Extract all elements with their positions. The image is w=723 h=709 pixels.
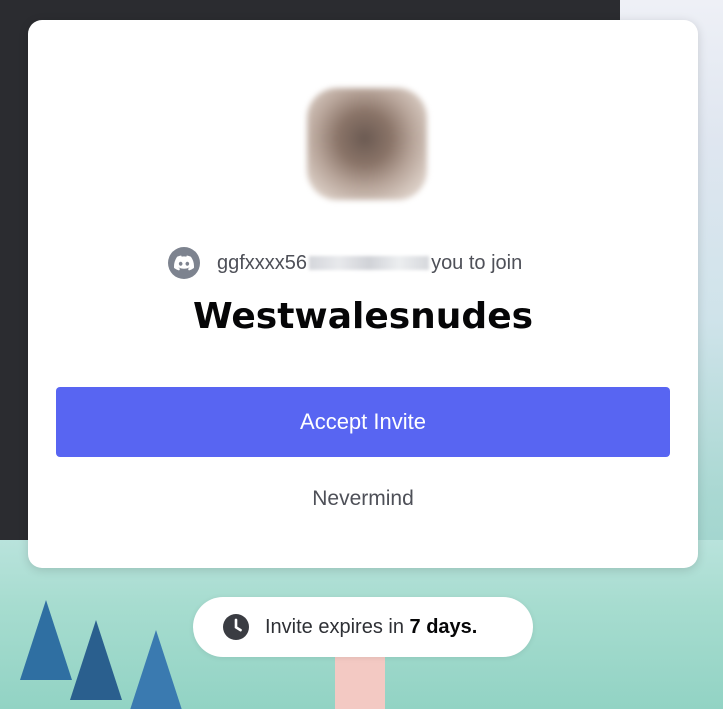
expiry-prefix: Invite expires in xyxy=(265,615,404,638)
invite-phrase: you to join xyxy=(431,251,523,274)
invite-expiry-badge: Invite expires in 7 days. xyxy=(193,597,533,657)
tree-decoration xyxy=(130,630,182,709)
invite-screen: ggfxxxx56 you to join Westwalesnudes Acce… xyxy=(0,0,723,709)
expiry-value: 7 days. xyxy=(409,615,478,638)
redacted-text xyxy=(309,256,430,271)
lamp-decoration xyxy=(335,650,385,709)
inviter-name: ggfxxxx56 xyxy=(217,251,308,274)
expiry-text: Invite expires in 7 days. xyxy=(265,616,477,639)
server-icon xyxy=(307,88,427,200)
server-name: Westwalesnudes xyxy=(192,296,534,337)
inviter-text: ggfxxxx56 you to join xyxy=(217,252,522,275)
clock-icon xyxy=(223,614,249,640)
accept-invite-button[interactable]: Accept Invite xyxy=(56,387,670,457)
tree-decoration xyxy=(20,600,72,680)
tree-decoration xyxy=(70,620,122,700)
inviter-line: ggfxxxx56 you to join xyxy=(168,247,588,279)
discord-logo-icon xyxy=(168,247,200,279)
nevermind-button[interactable]: Nevermind xyxy=(0,487,723,511)
